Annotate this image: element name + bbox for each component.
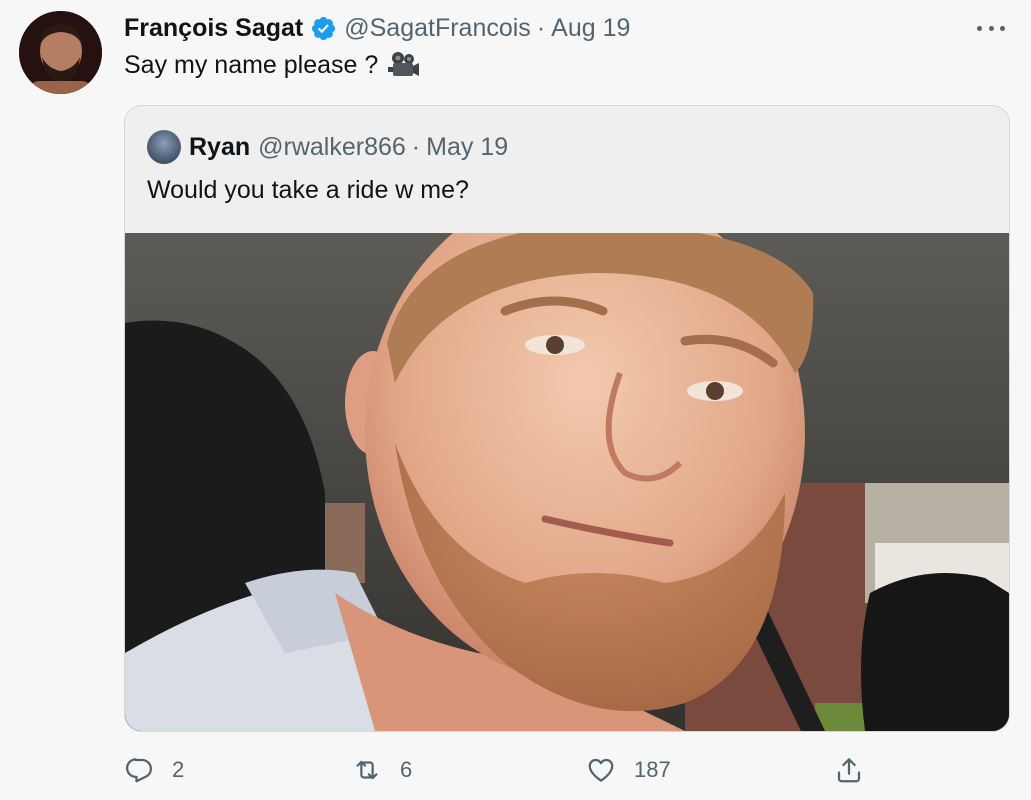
verified-badge-icon — [310, 15, 337, 42]
author-avatar[interactable] — [19, 11, 102, 94]
tweet-body: Say my name please ? — [124, 50, 379, 79]
reply-icon — [126, 758, 152, 783]
heart-icon — [588, 758, 614, 782]
more-options-icon[interactable] — [977, 18, 1005, 38]
tweet-actions: 2 6 187 — [124, 753, 884, 787]
quoted-author-name: Ryan — [189, 132, 251, 161]
retweet-icon — [356, 760, 378, 780]
author-name[interactable]: François Sagat — [124, 14, 303, 43]
author-avatar-image — [19, 11, 102, 94]
retweet-count: 6 — [400, 757, 413, 782]
header-separator: · — [536, 13, 546, 42]
reply-count: 2 — [172, 757, 185, 782]
retweet-button[interactable]: 6 — [352, 753, 412, 787]
quoted-author-handle: @rwalker866 — [258, 132, 406, 161]
quoted-tweet-text: Would you take a ride w me? — [147, 176, 469, 204]
author-handle[interactable]: @SagatFrancois — [344, 14, 531, 43]
share-button[interactable] — [834, 753, 882, 787]
tweet-text: Say my name please ? — [124, 50, 420, 80]
quoted-separator: · — [411, 132, 421, 161]
tweet-date[interactable]: Aug 19 — [551, 14, 630, 43]
like-button[interactable]: 187 — [586, 753, 671, 787]
tweet: François Sagat @SagatFrancois · Aug 19 S… — [0, 0, 1031, 800]
like-count: 187 — [634, 757, 671, 782]
quoted-tweet-header: Ryan @rwalker866 · May 19 — [147, 130, 508, 164]
more-dot — [1000, 25, 1005, 31]
more-dot — [977, 25, 982, 31]
quoted-date: May 19 — [426, 132, 509, 161]
movie-camera-icon — [386, 50, 420, 80]
reply-button[interactable]: 2 — [124, 753, 184, 787]
more-dot — [988, 25, 994, 31]
selfie-photo-image — [125, 233, 1009, 731]
share-icon — [837, 758, 861, 783]
quoted-author-avatar — [147, 130, 181, 164]
quoted-tweet[interactable]: Ryan @rwalker866 · May 19 Would you take… — [124, 105, 1010, 732]
quoted-tweet-photo[interactable] — [125, 233, 1009, 731]
tweet-header: François Sagat @SagatFrancois · Aug 19 — [124, 12, 630, 44]
